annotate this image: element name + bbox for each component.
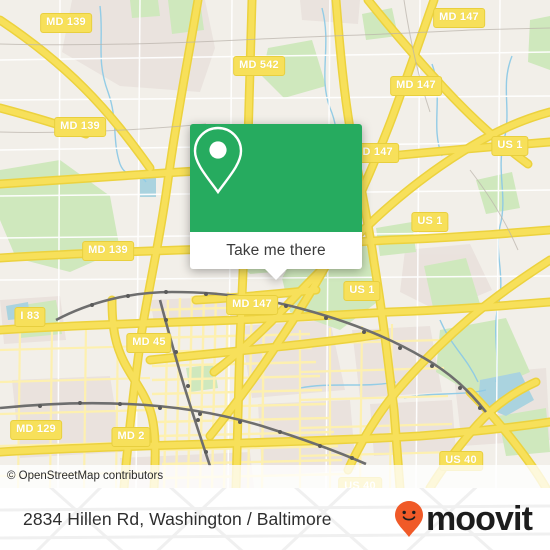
- road-shield[interactable]: I 83: [14, 307, 46, 327]
- moovit-logo[interactable]: moovit: [394, 500, 533, 538]
- map-canvas[interactable]: MD 139 MD 542 MD 147 MD 147 MD 139 MD 14…: [0, 0, 550, 488]
- popup-pointer: [265, 269, 287, 280]
- road-shield[interactable]: MD 45: [126, 333, 172, 353]
- moovit-smiley-pin-icon: [394, 501, 423, 537]
- road-shield[interactable]: MD 129: [10, 420, 62, 440]
- road-shield[interactable]: MD 147: [390, 76, 442, 96]
- road-shield[interactable]: MD 139: [40, 13, 92, 33]
- road-shield[interactable]: US 1: [411, 212, 449, 232]
- moovit-wordmark: moovit: [425, 500, 533, 538]
- destination-popup[interactable]: Take me there: [190, 124, 362, 280]
- take-me-there-button[interactable]: Take me there: [190, 232, 362, 269]
- map-attribution[interactable]: © OpenStreetMap contributors: [0, 464, 550, 488]
- road-shield[interactable]: US 1: [491, 136, 529, 156]
- moovit-map-screen: MD 139 MD 542 MD 147 MD 147 MD 139 MD 14…: [0, 0, 550, 550]
- take-me-there-label: Take me there: [226, 241, 326, 259]
- road-shield[interactable]: MD 147: [226, 295, 278, 315]
- map-pin-icon: [193, 126, 243, 195]
- road-shield[interactable]: MD 139: [54, 117, 106, 137]
- road-shield[interactable]: US 1: [343, 281, 381, 301]
- address-label: 2834 Hillen Rd, Washington / Baltimore: [23, 508, 332, 529]
- road-shield[interactable]: MD 542: [233, 56, 285, 76]
- attribution-text: © OpenStreetMap contributors: [7, 469, 164, 482]
- road-shield[interactable]: MD 139: [82, 241, 134, 261]
- road-shield[interactable]: MD 2: [111, 427, 151, 447]
- road-shield[interactable]: MD 147: [433, 8, 485, 28]
- popup-header: [190, 124, 362, 232]
- footer-bar: 2834 Hillen Rd, Washington / Baltimore m…: [0, 488, 550, 550]
